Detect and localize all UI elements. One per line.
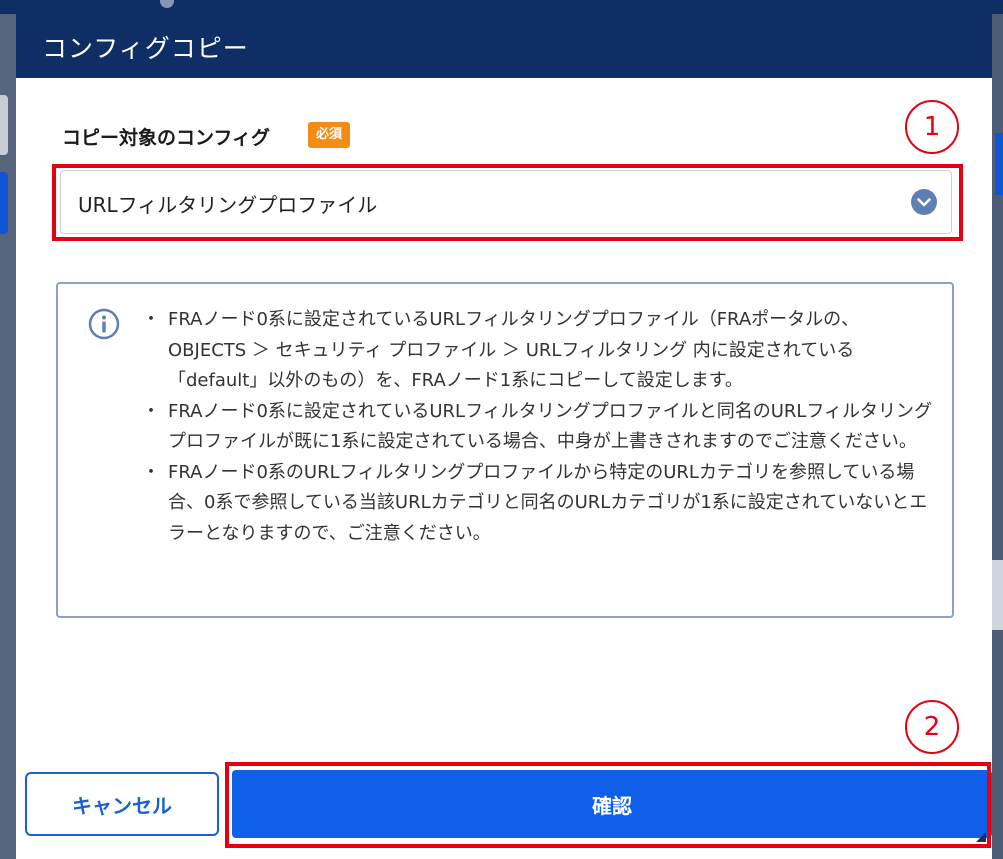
background-sidebar-tab — [0, 95, 8, 155]
dialog-header: コンフィグコピー — [16, 14, 992, 78]
step-1-marker: 1 — [905, 100, 959, 154]
cancel-button[interactable]: キャンセル — [25, 772, 219, 836]
config-copy-dialog: コンフィグコピー コピー対象のコンフィグ 必須 URLフィルタリングプロファイル… — [16, 14, 992, 859]
info-note: FRAノード0系に設定されているURLフィルタリングプロファイルと同名のURLフ… — [142, 397, 936, 458]
resize-handle-icon — [976, 832, 986, 842]
background-sidebar-tab-active — [0, 172, 8, 234]
info-note: FRAノード0系に設定されているURLフィルタリングプロファイル（FRAポータル… — [142, 305, 936, 397]
step-2-marker: 2 — [905, 700, 959, 754]
required-badge: 必須 — [308, 122, 351, 148]
copy-target-config-select[interactable]: URLフィルタリングプロファイル — [60, 170, 952, 234]
info-notes-list: FRAノード0系に設定されているURLフィルタリングプロファイル（FRAポータル… — [142, 305, 936, 550]
dialog-title: コンフィグコピー — [42, 34, 249, 63]
background-right-tab — [995, 133, 1003, 195]
info-note: FRAノード0系のURLフィルタリングプロファイルから特定のURLカテゴリを参照… — [142, 458, 936, 550]
info-notice-box: FRAノード0系に設定されているURLフィルタリングプロファイル（FRAポータル… — [56, 282, 954, 618]
info-icon — [88, 308, 120, 340]
select-value: URLフィルタリングプロファイル — [78, 193, 378, 217]
copy-target-config-label: コピー対象のコンフィグ — [62, 127, 271, 149]
confirm-button[interactable]: 確認 — [232, 770, 992, 838]
chevron-down-icon[interactable] — [910, 188, 938, 216]
background-header — [0, 0, 1003, 14]
background-right-panel-light — [992, 560, 1003, 630]
